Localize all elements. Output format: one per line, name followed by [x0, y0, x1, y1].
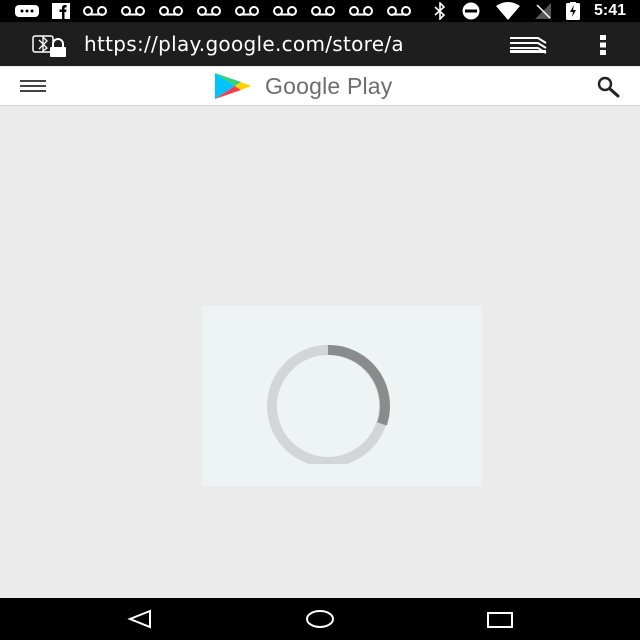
wifi-icon — [495, 2, 520, 20]
url-bar[interactable]: https://play.google.com/store/a — [84, 32, 484, 56]
voicemail-icon — [197, 6, 221, 16]
voicemail-icon — [235, 6, 259, 16]
browser-menu-button[interactable] — [596, 34, 610, 56]
voicemail-icon — [387, 6, 411, 16]
google-play-logo[interactable]: Google Play — [213, 70, 443, 102]
status-time: 5:41 — [593, 2, 626, 19]
facebook-icon — [52, 3, 70, 19]
voicemail-icon — [349, 6, 373, 16]
voicemail-icon — [159, 6, 183, 16]
search-icon — [597, 76, 620, 98]
browser-toolbar: https://play.google.com/store/a — [0, 22, 640, 89]
system-icons: 5:41 — [434, 2, 626, 20]
home-icon — [306, 610, 334, 628]
voicemail-icon — [273, 6, 297, 16]
back-button[interactable] — [126, 608, 156, 630]
no-signal-icon — [534, 3, 551, 19]
home-button[interactable] — [305, 608, 335, 630]
notification-icons — [14, 3, 412, 19]
voicemail-icon — [83, 6, 107, 16]
voicemail-icon — [311, 6, 335, 16]
system-navigation-bar — [0, 598, 640, 640]
status-bar: 5:41 — [0, 0, 640, 22]
overflow-menu-icon — [600, 35, 606, 55]
loading-spinner — [267, 344, 390, 464]
play-triangle-icon — [215, 73, 251, 99]
loading-panel — [202, 306, 482, 486]
tabs-icon — [510, 37, 547, 54]
logo-text: Google Play — [265, 72, 393, 99]
back-icon — [127, 609, 151, 629]
bluetooth-icon — [434, 2, 446, 20]
do-not-disturb-icon — [462, 2, 480, 20]
tab-switcher-button[interactable] — [508, 36, 548, 54]
recents-button[interactable] — [485, 608, 515, 630]
recents-icon — [487, 612, 513, 628]
play-store-header: Google Play — [0, 67, 640, 106]
message-icon — [15, 5, 39, 17]
voicemail-icon — [121, 6, 145, 16]
site-security-icon[interactable] — [30, 34, 70, 58]
search-button[interactable] — [596, 76, 620, 98]
battery-charging-icon — [565, 2, 580, 20]
hamburger-menu-button[interactable] — [20, 80, 46, 92]
